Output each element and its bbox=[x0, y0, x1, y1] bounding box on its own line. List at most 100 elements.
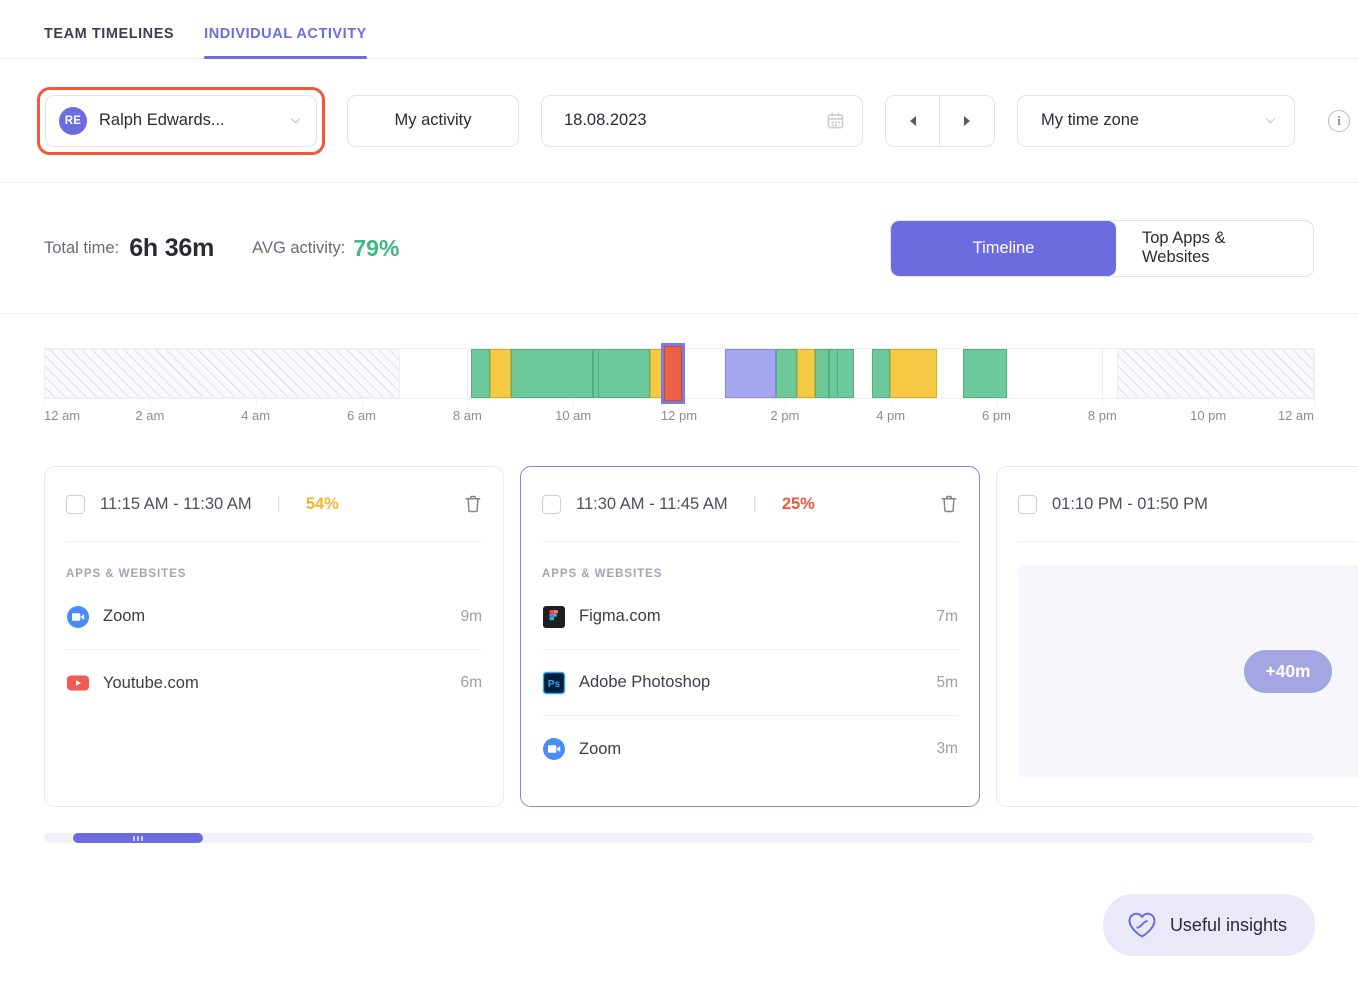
app-row[interactable]: Youtube.com 6m bbox=[66, 650, 482, 716]
total-time-value: 6h 36m bbox=[129, 234, 214, 263]
activity-card-checkbox[interactable] bbox=[66, 495, 85, 514]
date-field[interactable]: 18.08.2023 bbox=[541, 95, 863, 147]
next-day-button[interactable] bbox=[940, 95, 995, 147]
timeline-block[interactable] bbox=[829, 349, 838, 398]
tab-timeline[interactable]: Timeline bbox=[891, 221, 1116, 276]
timeline-axis-label: 2 am bbox=[135, 408, 164, 423]
timeline-axis-label: 12 am bbox=[44, 408, 80, 423]
activity-card-checkbox[interactable] bbox=[1018, 495, 1037, 514]
info-glyph: i bbox=[1337, 113, 1341, 129]
activity-card-header: 11:15 AM - 11:30 AM | 54% bbox=[66, 467, 482, 542]
timeline-axis-label: 8 pm bbox=[1088, 408, 1117, 423]
timeline-axis-label: 6 pm bbox=[982, 408, 1011, 423]
app-duration: 6m bbox=[460, 674, 482, 692]
activity-timeline[interactable] bbox=[44, 348, 1314, 399]
chevron-down-icon bbox=[1264, 114, 1277, 127]
activity-card-selected[interactable]: 11:30 AM - 11:45 AM|25%APPS & WEBSITESFi… bbox=[520, 466, 980, 807]
app-row[interactable]: PsAdobe Photoshop5m bbox=[542, 650, 958, 716]
separator: | bbox=[277, 495, 281, 513]
total-time-label: Total time: bbox=[44, 239, 119, 258]
scrollbar-track[interactable] bbox=[44, 833, 1314, 843]
timeline-axis-label: 6 am bbox=[347, 408, 376, 423]
app-row[interactable]: Figma.com7m bbox=[542, 584, 958, 650]
activity-card-checkbox[interactable] bbox=[542, 495, 561, 514]
timeline-block[interactable] bbox=[890, 349, 937, 398]
timeline-block[interactable] bbox=[725, 349, 776, 398]
calendar-icon[interactable] bbox=[826, 111, 845, 130]
timeline-block[interactable] bbox=[650, 349, 664, 398]
heart-insights-icon bbox=[1127, 911, 1157, 939]
timeline-block[interactable] bbox=[872, 349, 890, 398]
grip-icon bbox=[137, 836, 139, 841]
timeline-block-selected[interactable] bbox=[664, 346, 682, 401]
tab-individual-activity[interactable]: INDIVIDUAL ACTIVITY bbox=[204, 26, 367, 58]
app-name: Youtube.com bbox=[103, 674, 199, 693]
timeline-axis-labels: 12 am2 am4 am6 am8 am10 am12 pm2 pm4 pm6… bbox=[44, 408, 1314, 434]
timeline-axis-label: 10 pm bbox=[1190, 408, 1226, 423]
app-name: Zoom bbox=[103, 607, 145, 626]
activity-card-header: 01:10 PM - 01:50 PM bbox=[1018, 467, 1358, 542]
activity-cards: 11:15 AM - 11:30 AM | 54% APPS & WEBSITES Zo… bbox=[44, 466, 1358, 807]
user-selector-label: Ralph Edwards... bbox=[99, 111, 277, 130]
date-value: 18.08.2023 bbox=[564, 111, 647, 130]
chevron-down-icon bbox=[289, 114, 302, 127]
timeline-axis-label: 4 pm bbox=[876, 408, 905, 423]
previous-day-button[interactable] bbox=[885, 95, 940, 147]
zoom-icon bbox=[542, 737, 566, 761]
timezone-label: My time zone bbox=[1041, 111, 1139, 130]
app-row[interactable]: Zoom 3m bbox=[542, 716, 958, 782]
view-switcher: Timeline Top Apps & Websites bbox=[890, 220, 1314, 277]
timeline-axis-label: 8 am bbox=[453, 408, 482, 423]
youtube-icon bbox=[66, 671, 90, 695]
my-activity-label: My activity bbox=[394, 111, 471, 130]
timeline-block[interactable] bbox=[598, 349, 650, 398]
svg-text:Ps: Ps bbox=[548, 679, 561, 690]
timeline-inactive-range bbox=[44, 349, 400, 398]
separator: | bbox=[753, 495, 757, 513]
triangle-right-icon bbox=[964, 116, 970, 126]
timezone-selector[interactable]: My time zone bbox=[1017, 95, 1295, 147]
app-duration: 9m bbox=[460, 608, 482, 626]
activity-card[interactable]: 01:10 PM - 01:50 PM +40m bbox=[996, 466, 1358, 807]
timeline-inactive-range bbox=[1117, 349, 1314, 398]
useful-insights-label: Useful insights bbox=[1170, 915, 1287, 936]
figma-icon bbox=[542, 605, 566, 629]
app-name: Zoom bbox=[579, 740, 621, 759]
date-stepper bbox=[885, 95, 995, 147]
activity-percent-badge: 25% bbox=[782, 495, 815, 514]
timeline-block[interactable] bbox=[511, 349, 592, 398]
additional-time-pill[interactable]: +40m bbox=[1244, 650, 1331, 693]
timeline-section: 12 am2 am4 am6 am8 am10 am12 pm2 pm4 pm6… bbox=[0, 348, 1358, 434]
tab-top-apps-websites[interactable]: Top Apps & Websites bbox=[1116, 221, 1313, 276]
activity-card[interactable]: 11:15 AM - 11:30 AM|54%APPS & WEBSITESZo… bbox=[44, 466, 504, 807]
tab-team-timelines[interactable]: TEAM TIMELINES bbox=[44, 26, 174, 58]
apps-section-title: APPS & WEBSITES bbox=[542, 542, 958, 584]
summary-bar: Total time: 6h 36m AVG activity: 79% Tim… bbox=[0, 183, 1358, 314]
user-selector[interactable]: RE Ralph Edwards... bbox=[45, 95, 317, 147]
activity-card-time-range: 11:15 AM - 11:30 AM bbox=[100, 495, 252, 514]
collapsed-activity-placeholder: +40m bbox=[1018, 565, 1358, 778]
horizontal-scrollbar[interactable] bbox=[0, 833, 1358, 843]
timeline-block[interactable] bbox=[776, 349, 798, 398]
activity-cards-viewport: 11:15 AM - 11:30 AM | 54% APPS & WEBSITES Zo… bbox=[0, 466, 1358, 807]
app-duration: 3m bbox=[936, 740, 958, 758]
timeline-block[interactable] bbox=[490, 349, 512, 398]
photoshop-icon: Ps bbox=[542, 671, 566, 695]
grip-icon bbox=[133, 836, 135, 841]
scrollbar-thumb[interactable] bbox=[73, 833, 203, 843]
timeline-axis-label: 4 am bbox=[241, 408, 270, 423]
timeline-block[interactable] bbox=[963, 349, 1006, 398]
app-duration: 7m bbox=[936, 608, 958, 626]
timeline-block[interactable] bbox=[471, 349, 490, 398]
trash-icon[interactable] bbox=[940, 494, 958, 514]
timeline-gridline bbox=[467, 348, 468, 405]
useful-insights-button[interactable]: Useful insights bbox=[1103, 894, 1315, 956]
info-icon[interactable]: i bbox=[1328, 110, 1350, 132]
trash-icon[interactable] bbox=[464, 494, 482, 514]
my-activity-button[interactable]: My activity bbox=[347, 95, 519, 147]
avg-activity-value: 79% bbox=[353, 235, 399, 262]
timeline-block[interactable] bbox=[797, 349, 815, 398]
activity-percent-badge: 54% bbox=[306, 495, 339, 514]
app-row[interactable]: Zoom 9m bbox=[66, 584, 482, 650]
app-duration: 5m bbox=[936, 674, 958, 692]
